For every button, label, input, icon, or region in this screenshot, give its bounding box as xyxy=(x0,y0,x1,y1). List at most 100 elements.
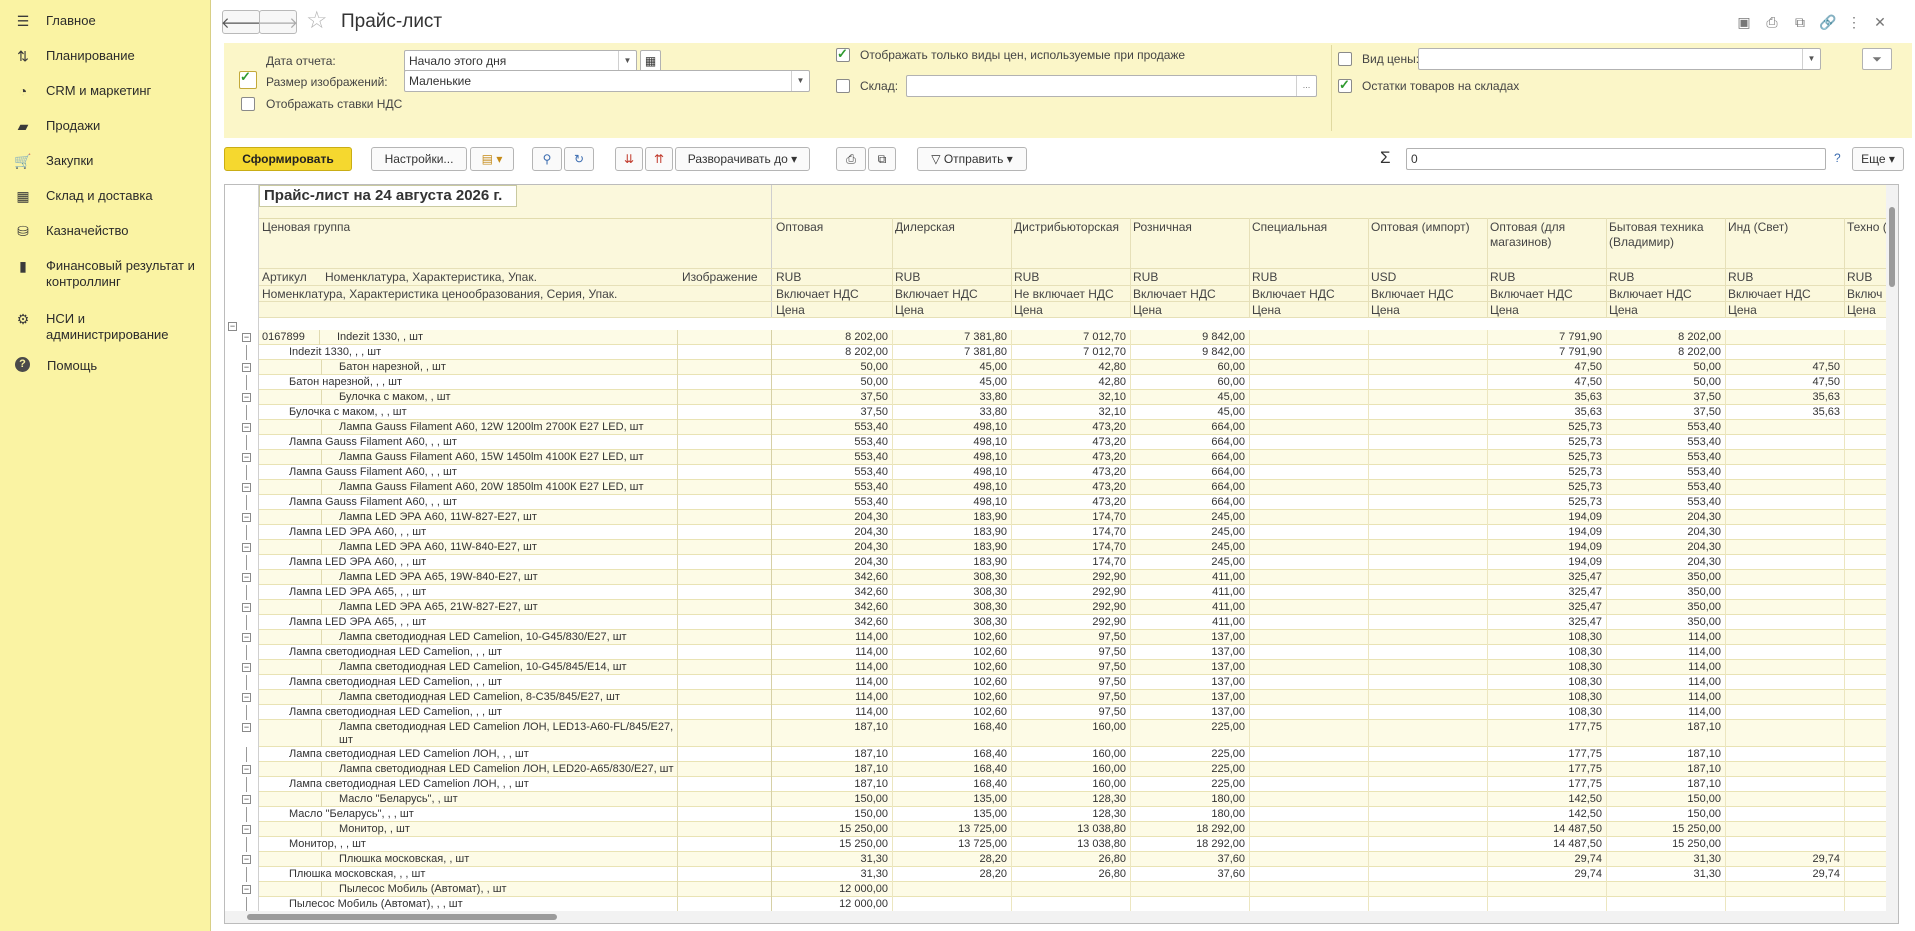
save-icon[interactable]: ▣ xyxy=(1734,12,1754,32)
help-link[interactable]: ? xyxy=(1834,151,1841,165)
collapse-button[interactable]: ⇊ xyxy=(615,147,643,171)
table-row[interactable]: Батон нарезной, , шт 50,00 45,00 42,80 60,00… xyxy=(259,360,1898,375)
table-row[interactable]: Лампа LED ЭРА А65, 21W-827-E27, шт 342,60… xyxy=(259,600,1898,615)
table-row[interactable]: Монитор, , , шт 15 250,00 13 725,00 13 038,… xyxy=(259,837,1898,852)
group-toggle[interactable]: − xyxy=(242,855,251,864)
table-row[interactable]: Лампа Gauss Filament А60, 20W 1850lm 410… xyxy=(259,480,1898,495)
group-toggle[interactable]: − xyxy=(242,633,251,642)
settings-button[interactable]: Настройки... xyxy=(371,147,467,171)
table-row[interactable]: Лампа светодиодная LED Camelion, , , шт 1… xyxy=(259,675,1898,690)
chevron-down-icon[interactable]: ▼ xyxy=(1802,49,1820,69)
warehouse-checkbox[interactable] xyxy=(836,79,850,93)
group-toggle[interactable]: − xyxy=(242,363,251,372)
image-size-field[interactable]: Маленькие ▼ xyxy=(404,70,810,92)
group-toggle[interactable]: − xyxy=(242,723,251,732)
report-spreadsheet[interactable]: Прайс-лист на 24 августа 2026 г. Ценовая… xyxy=(224,184,1899,924)
sidebar-item-5[interactable]: ▦ Склад и доставка xyxy=(0,187,211,205)
group-toggle[interactable]: − xyxy=(242,513,251,522)
horizontal-scrollbar[interactable] xyxy=(225,911,1898,923)
link-icon[interactable]: 🔗 xyxy=(1818,12,1838,32)
group-toggle[interactable]: − xyxy=(242,885,251,894)
sidebar-item-6[interactable]: ⛁ Казначейство xyxy=(0,222,211,240)
report-date-field[interactable]: Начало этого дня ▼ xyxy=(404,50,637,72)
close-icon[interactable]: ✕ xyxy=(1870,12,1890,32)
table-row[interactable]: Лампа Gauss Filament А60, , , шт 553,40 49… xyxy=(259,495,1898,510)
table-row[interactable]: Плюшка московская, , , шт 31,30 28,20 26,80… xyxy=(259,867,1898,882)
group-toggle[interactable]: − xyxy=(242,663,251,672)
image-size-checkbox[interactable] xyxy=(239,69,257,89)
sidebar-item-8[interactable]: ⚙ НСИ и администрирование xyxy=(0,310,211,343)
back-button[interactable]: 🡐 xyxy=(221,10,261,34)
table-row[interactable]: Лампа LED ЭРА А65, , , шт 342,60 308,30 292… xyxy=(259,615,1898,630)
more-vertical-icon[interactable]: ⋮ xyxy=(1844,12,1864,32)
table-row[interactable]: Монитор, , шт 15 250,00 13 725,00 13 038,80… xyxy=(259,822,1898,837)
filter-button[interactable]: ⏷ xyxy=(1862,48,1892,70)
table-row[interactable]: Лампа LED ЭРА А65, 19W-840-E27, шт 342,60… xyxy=(259,570,1898,585)
table-row[interactable]: Плюшка московская, , шт 31,30 28,20 26,80 37… xyxy=(259,852,1898,867)
table-row[interactable]: Лампа LED ЭРА А60, 11W-827-E27, шт 204,30… xyxy=(259,510,1898,525)
table-row[interactable]: Лампа Gauss Filament А60, 15W 1450lm 410… xyxy=(259,450,1898,465)
vertical-scrollbar[interactable] xyxy=(1886,185,1898,923)
expand-button[interactable]: ⇈ xyxy=(645,147,673,171)
sidebar-item-3[interactable]: ▰ Продажи xyxy=(0,117,211,135)
group-toggle[interactable]: − xyxy=(242,765,251,774)
forward-button[interactable]: 🡒 xyxy=(258,10,298,34)
table-row[interactable]: Лампа светодиодная LED Camelion, 10-G45/… xyxy=(259,660,1898,675)
table-row[interactable]: Пылесос Мобиль (Автомат), , шт 12 000,00 xyxy=(259,882,1898,897)
print-icon[interactable]: ⎙ xyxy=(1762,12,1782,32)
sidebar-item-4[interactable]: 🛒 Закупки xyxy=(0,152,211,170)
horizontal-scroll-thumb[interactable] xyxy=(247,914,557,920)
table-row[interactable]: Лампа светодиодная LED Camelion, 8-C35/8… xyxy=(259,690,1898,705)
refresh-button[interactable]: ↻ xyxy=(564,147,594,171)
group-toggle[interactable]: − xyxy=(242,795,251,804)
sidebar-item-7[interactable]: ▮ Финансовый результат и контроллинг xyxy=(0,257,211,290)
price-type-field[interactable]: ▼ xyxy=(1418,48,1821,70)
generate-button[interactable]: Сформировать xyxy=(224,147,352,171)
sum-field[interactable]: 0 xyxy=(1406,148,1826,170)
group-toggle[interactable]: − xyxy=(242,453,251,462)
group-toggle[interactable]: − xyxy=(242,543,251,552)
variants-button[interactable]: ▤ ▾ xyxy=(470,147,514,171)
print-preview-button[interactable]: ⧉ xyxy=(868,147,896,171)
table-row[interactable]: Лампа светодиодная LED Camelion, , , шт 1… xyxy=(259,705,1898,720)
table-row[interactable]: Лампа светодиодная LED Camelion ЛОН, LED… xyxy=(259,762,1898,777)
print-button[interactable]: ⎙ xyxy=(836,147,866,171)
group-toggle[interactable]: − xyxy=(242,573,251,582)
table-row[interactable]: Лампа LED ЭРА А65, , , шт 342,60 308,30 292… xyxy=(259,585,1898,600)
table-row[interactable]: Indezit 1330, , , шт 8 202,00 7 381,80 7 01… xyxy=(259,345,1898,360)
sidebar-item-1[interactable]: ⇅ Планирование xyxy=(0,47,211,65)
table-row[interactable]: Булочка с маком, , , шт 37,50 33,80 32,10 45… xyxy=(259,405,1898,420)
ellipsis-icon[interactable]: … xyxy=(1296,76,1316,96)
table-row[interactable]: Булочка с маком, , шт 37,50 33,80 32,10 45,0… xyxy=(259,390,1898,405)
favorite-star-icon[interactable]: ☆ xyxy=(306,8,328,34)
price-type-checkbox[interactable] xyxy=(1338,52,1352,66)
table-row[interactable]: Пылесос Мобиль (Автомат), , , шт 12 000,0… xyxy=(259,897,1898,912)
group-toggle[interactable]: − xyxy=(242,825,251,834)
preview-icon[interactable]: ⧉ xyxy=(1790,12,1810,32)
table-row[interactable]: Масло "Беларусь", , шт 150,00 135,00 128,30… xyxy=(259,792,1898,807)
sidebar-item-2[interactable]: ◔ CRM и маркетинг xyxy=(0,82,211,100)
table-row[interactable]: Лампа LED ЭРА А60, , , шт 204,30 183,90 174… xyxy=(259,525,1898,540)
table-row[interactable]: Лампа LED ЭРА А60, 11W-840-E27, шт 204,30… xyxy=(259,540,1898,555)
group-toggle[interactable]: − xyxy=(242,333,251,342)
chevron-down-icon[interactable]: ▼ xyxy=(618,51,636,71)
sidebar-item-9[interactable]: ? Помощь xyxy=(0,357,211,374)
table-row[interactable]: Лампа светодиодная LED Camelion, , , шт 1… xyxy=(259,645,1898,660)
calendar-button[interactable]: ▦ xyxy=(640,50,661,72)
group-toggle[interactable]: − xyxy=(242,693,251,702)
group-toggle[interactable]: − xyxy=(242,393,251,402)
expand-to-button[interactable]: Разворачивать до ▾ xyxy=(675,147,810,171)
table-row[interactable]: Лампа LED ЭРА А60, , , шт 204,30 183,90 174… xyxy=(259,555,1898,570)
table-row[interactable]: Лампа светодиодная LED Camelion, 10-G45/… xyxy=(259,630,1898,645)
table-row[interactable]: Батон нарезной, , , шт 50,00 45,00 42,80 60,… xyxy=(259,375,1898,390)
only-sale-prices-checkbox[interactable] xyxy=(836,46,850,62)
vertical-scroll-thumb[interactable] xyxy=(1889,207,1895,287)
search-button[interactable]: ⚲ xyxy=(532,147,562,171)
table-row[interactable]: Масло "Беларусь", , , шт 150,00 135,00 128,… xyxy=(259,807,1898,822)
table-row[interactable]: Лампа Gauss Filament А60, 12W 1200lm 270… xyxy=(259,420,1898,435)
table-row[interactable]: Лампа Gauss Filament А60, , , шт 553,40 49… xyxy=(259,465,1898,480)
group-toggle[interactable]: − xyxy=(242,603,251,612)
send-button[interactable]: ▽ Отправить ▾ xyxy=(917,147,1027,171)
table-row[interactable]: Лампа светодиодная LED Camelion ЛОН, LED… xyxy=(259,720,1898,747)
warehouse-field[interactable]: … xyxy=(906,75,1317,97)
